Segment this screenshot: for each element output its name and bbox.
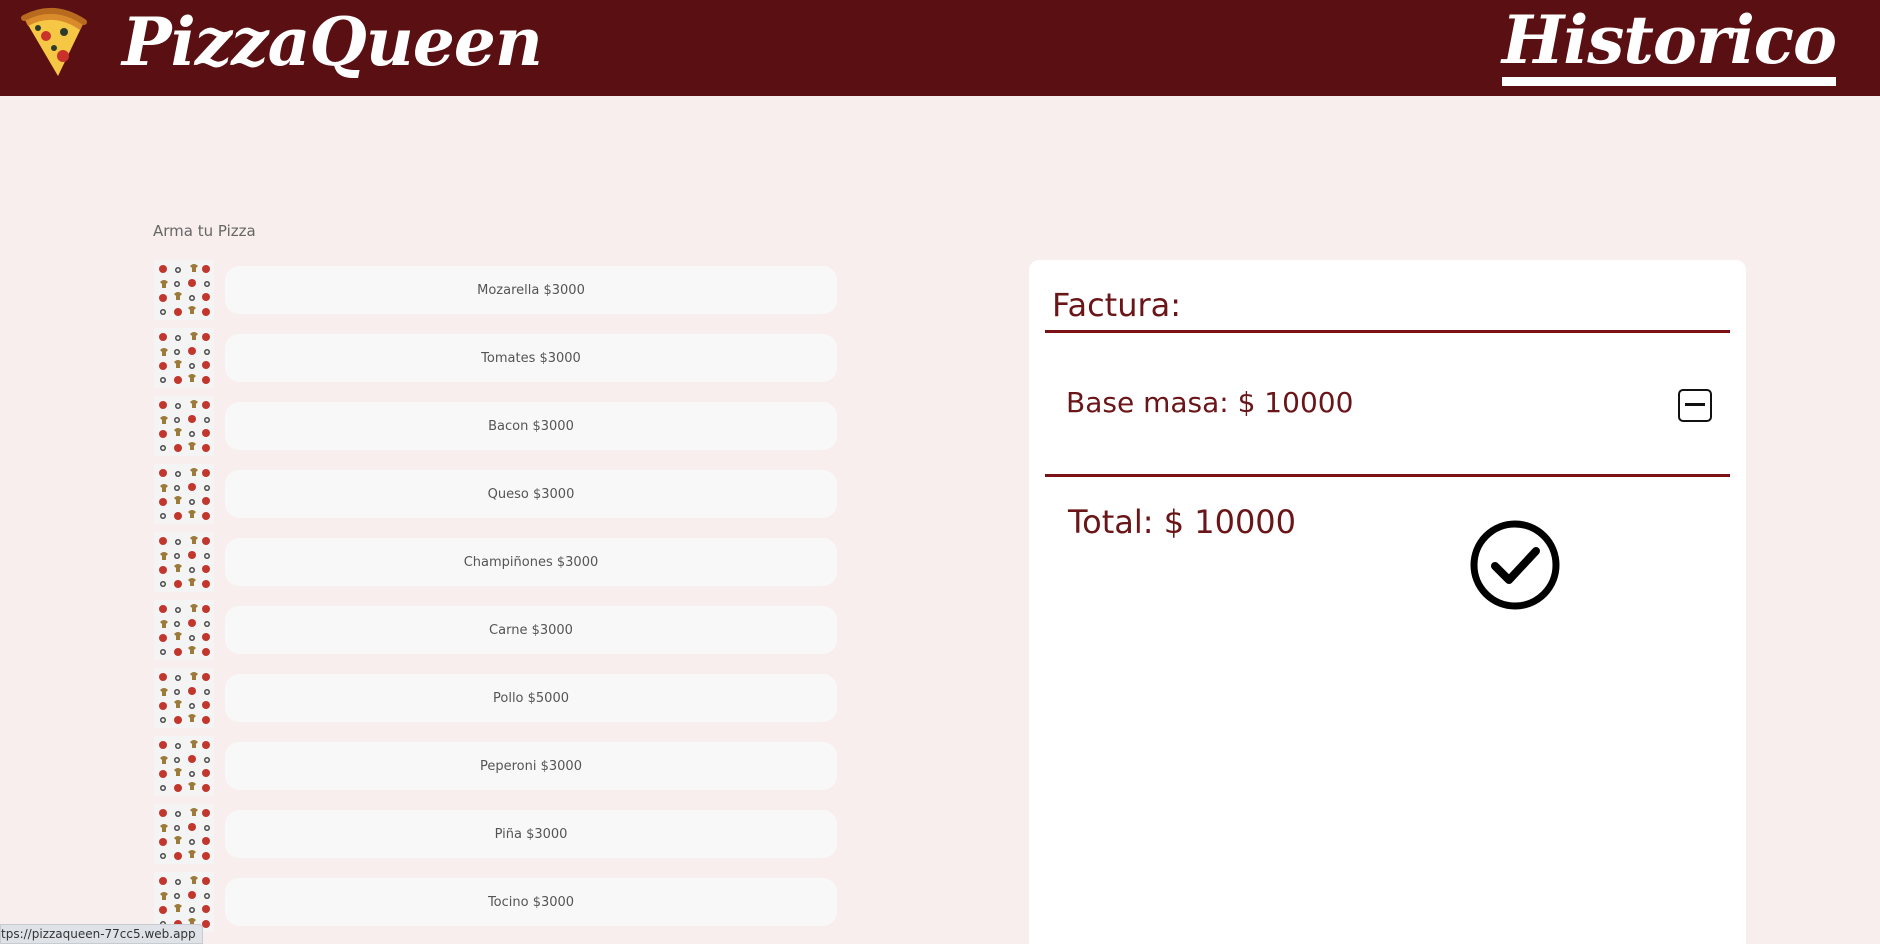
ingredient-row: Queso $3000	[153, 460, 837, 528]
ingredient-row: Pollo $5000	[153, 664, 837, 732]
ingredient-row: Bacon $3000	[153, 392, 837, 460]
top-header: PizzaQueen Historico	[0, 0, 1880, 96]
ingredient-row: Carne $3000	[153, 596, 837, 664]
ingredient-button[interactable]: Mozarella $3000	[225, 266, 837, 314]
ingredient-button[interactable]: Tomates $3000	[225, 334, 837, 382]
invoice-divider	[1045, 330, 1730, 333]
check-circle-icon[interactable]	[1469, 519, 1561, 611]
toppings-icon	[154, 736, 214, 796]
toppings-icon	[154, 600, 214, 660]
ingredient-row: Tomates $3000	[153, 324, 837, 392]
toppings-icon	[154, 464, 214, 524]
builder-title: Arma tu Pizza	[153, 222, 256, 240]
ingredient-button[interactable]: Piña $3000	[225, 810, 837, 858]
ingredient-button[interactable]: Champiñones $3000	[225, 538, 837, 586]
toppings-icon	[154, 260, 214, 320]
ingredient-row: Mozarella $3000	[153, 256, 837, 324]
pizza-slice-icon	[21, 7, 87, 77]
toppings-icon	[154, 668, 214, 728]
ingredient-button[interactable]: Queso $3000	[225, 470, 837, 518]
toppings-icon	[154, 532, 214, 592]
brand[interactable]: PizzaQueen	[18, 2, 543, 82]
toppings-icon	[154, 804, 214, 864]
ingredient-button[interactable]: Carne $3000	[225, 606, 837, 654]
status-url: tps://pizzaqueen-77cc5.web.app	[0, 924, 203, 944]
toppings-icon	[154, 872, 214, 932]
invoice-panel: Factura: Base masa: $ 10000 Total: $ 100…	[1029, 260, 1746, 944]
minus-square-icon[interactable]	[1678, 389, 1712, 422]
toppings-icon	[154, 328, 214, 388]
ingredient-button[interactable]: Bacon $3000	[225, 402, 837, 450]
ingredient-row: Champiñones $3000	[153, 528, 837, 596]
ingredient-list: Mozarella $3000 Tomates $3000 Bacon $300…	[153, 256, 837, 936]
brand-name: PizzaQueen	[122, 3, 543, 81]
ingredient-button[interactable]: Tocino $3000	[225, 878, 837, 926]
ingredient-button[interactable]: Pollo $5000	[225, 674, 837, 722]
history-link[interactable]: Historico	[1501, 0, 1837, 86]
invoice-divider	[1045, 474, 1730, 477]
invoice-title: Factura:	[1052, 286, 1182, 324]
invoice-total: Total: $ 10000	[1068, 503, 1297, 541]
invoice-item-label: Base masa: $ 10000	[1066, 386, 1354, 419]
toppings-icon	[154, 396, 214, 456]
ingredient-row: Tocino $3000	[153, 868, 837, 936]
ingredient-row: Peperoni $3000	[153, 732, 837, 800]
ingredient-row: Piña $3000	[153, 800, 837, 868]
ingredient-button[interactable]: Peperoni $3000	[225, 742, 837, 790]
